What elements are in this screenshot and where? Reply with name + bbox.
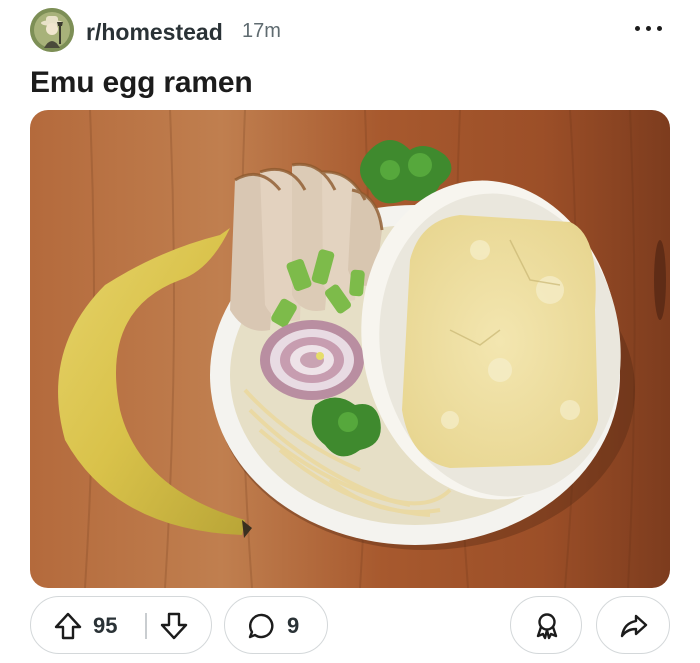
arrow-up-icon[interactable] (53, 611, 83, 641)
post-action-bar: 95 9 (30, 596, 670, 654)
more-options-icon[interactable] (632, 14, 666, 42)
post-title: Emu egg ramen (30, 66, 253, 99)
avatar-homestead-icon (30, 8, 74, 52)
post-image[interactable] (30, 110, 670, 588)
comments-button[interactable]: 9 (224, 596, 328, 654)
post-timestamp: 17m (242, 20, 281, 42)
comment-count: 9 (287, 613, 300, 638)
award-icon (536, 613, 558, 640)
share-arrow-icon (620, 614, 648, 638)
upvote-count: 95 (93, 613, 118, 638)
post-header: r/homestead 17m (30, 8, 670, 52)
speech-bubble-icon (248, 613, 274, 639)
ramen-photo (30, 110, 670, 588)
vote-pill: 95 (30, 596, 212, 654)
arrow-down-icon[interactable] (159, 611, 189, 641)
share-button[interactable] (596, 596, 670, 654)
subreddit-avatar[interactable] (30, 8, 74, 52)
vote-divider (145, 613, 147, 639)
subreddit-name[interactable]: r/homestead (86, 19, 223, 46)
award-button[interactable] (510, 596, 582, 654)
